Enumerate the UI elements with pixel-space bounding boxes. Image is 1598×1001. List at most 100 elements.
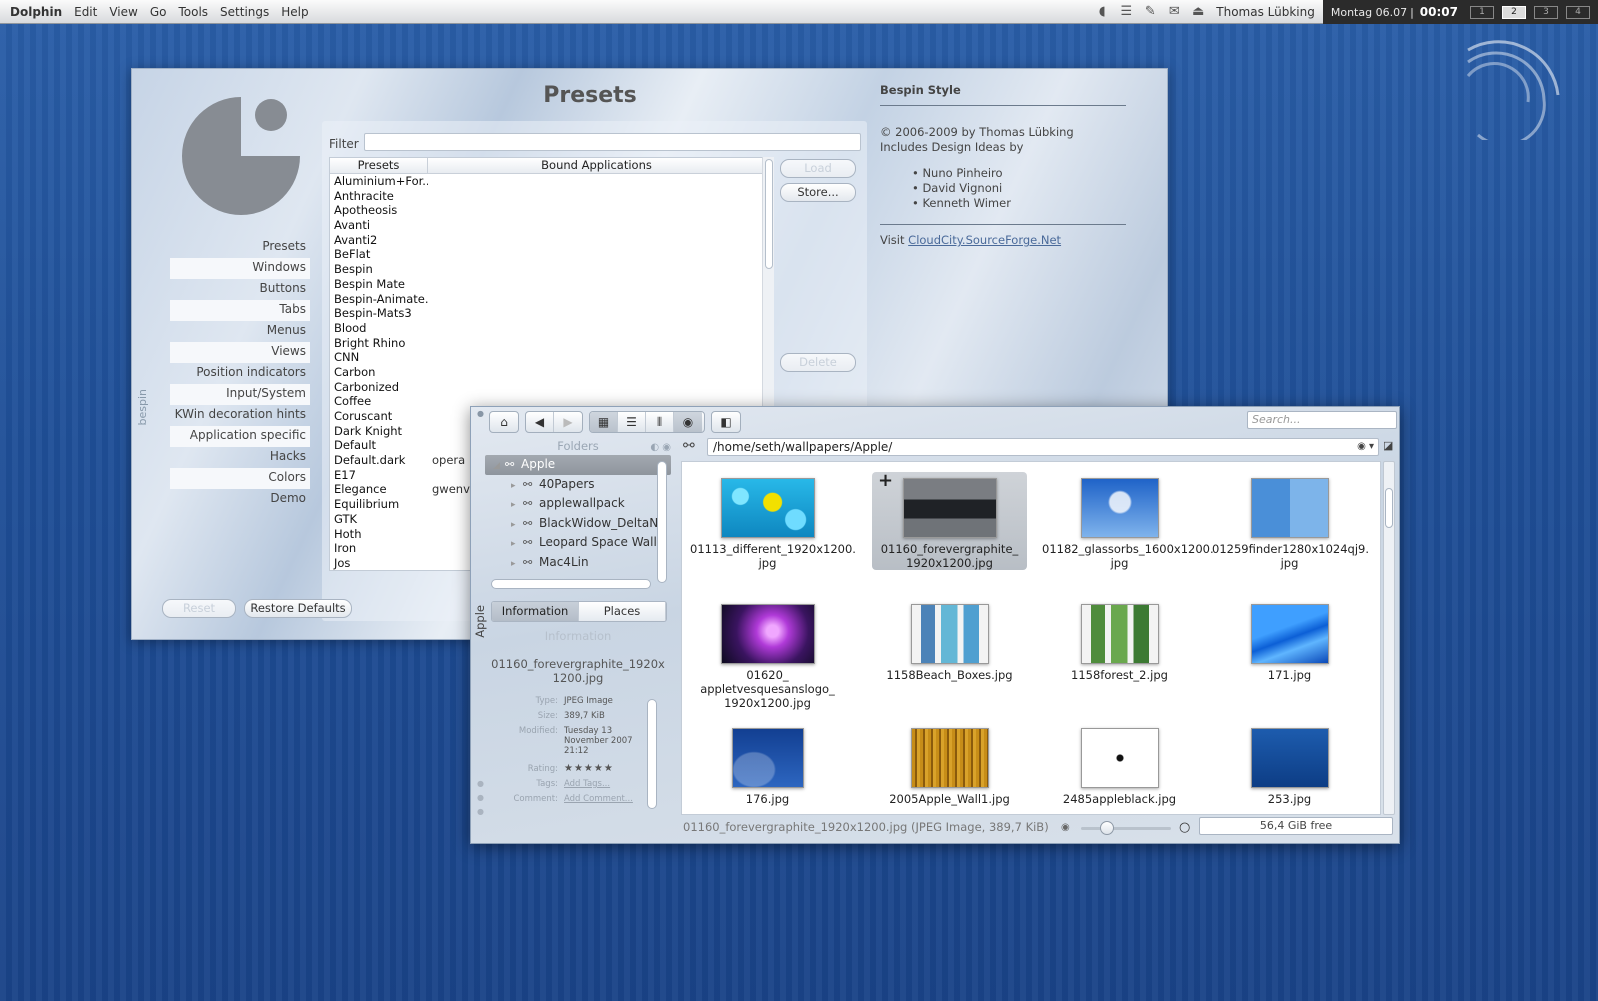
folder-item[interactable]: ▸ ⚯ BlackWidow_DeltaN xyxy=(485,514,671,534)
clock[interactable]: Montag 06.07 | 00:07 xyxy=(1322,0,1466,24)
forward-icon[interactable]: ▶ xyxy=(554,412,582,432)
network-icon[interactable]: ✎ xyxy=(1142,4,1158,20)
add-comment-link[interactable]: Add Comment... xyxy=(564,794,651,804)
menu-help[interactable]: Help xyxy=(275,0,314,24)
menu-view[interactable]: View xyxy=(103,0,143,24)
menu-settings[interactable]: Settings xyxy=(214,0,275,24)
window-menu-icon[interactable]: ● xyxy=(477,409,484,418)
folders-hscrollbar[interactable] xyxy=(491,579,651,589)
reset-button[interactable]: Reset xyxy=(162,599,236,618)
file-item[interactable]: 1158Beach_Boxes.jpg xyxy=(872,598,1027,710)
preset-row[interactable]: Carbonized xyxy=(330,380,765,395)
file-item[interactable]: 176.jpg xyxy=(690,722,845,814)
scrollbar-handle[interactable] xyxy=(1385,488,1393,528)
file-item[interactable]: 2005Apple_Wall1.jpg xyxy=(872,722,1027,814)
home-icon[interactable]: ⌂ xyxy=(490,412,518,432)
menu-edit[interactable]: Edit xyxy=(68,0,103,24)
preset-row[interactable]: Avanti2 xyxy=(330,233,765,248)
desktop-1[interactable]: 1 xyxy=(1470,5,1494,19)
nav-item-presets[interactable]: Presets xyxy=(170,237,310,258)
preset-row[interactable]: Bespin xyxy=(330,262,765,277)
folder-item[interactable]: ▸ ⚯ Mac4Lin xyxy=(485,553,671,573)
preset-row[interactable]: Avanti xyxy=(330,218,765,233)
tab-places[interactable]: Places xyxy=(579,602,666,621)
preset-row[interactable]: BeFlat xyxy=(330,247,765,262)
zoom-slider[interactable]: ◉ ○ xyxy=(1061,820,1191,836)
preset-row[interactable]: Bespin-Animate... xyxy=(330,292,765,307)
search-input[interactable]: Search... xyxy=(1247,411,1397,429)
file-item[interactable]: 01620_ appletvesquesanslogo_ 1920x1200.j… xyxy=(690,598,845,710)
column-presets[interactable]: Presets xyxy=(330,158,428,173)
nav-item-colors[interactable]: Colors xyxy=(170,468,310,489)
columns-view-icon[interactable]: ⦀ xyxy=(646,412,674,432)
folder-item[interactable]: ◢ ⚯ Apple xyxy=(485,455,671,475)
nav-item-tabs[interactable]: Tabs xyxy=(170,300,310,321)
file-item[interactable]: 01113_different_1920x1200. jpg xyxy=(690,472,856,584)
folder-share-icon[interactable]: ⚯ xyxy=(683,438,695,454)
desktop-2[interactable]: 2 xyxy=(1502,5,1526,19)
tab-information[interactable]: Information xyxy=(492,602,579,621)
preset-row[interactable]: Apotheosis xyxy=(330,203,765,218)
expand-arrow-icon[interactable]: ▸ xyxy=(511,496,523,514)
menu-go[interactable]: Go xyxy=(144,0,173,24)
icons-view-icon[interactable]: ▦ xyxy=(590,412,618,432)
zoom-handle[interactable] xyxy=(1100,821,1114,835)
expand-arrow-icon[interactable]: ▸ xyxy=(511,516,523,534)
delete-button[interactable]: Delete xyxy=(780,353,856,372)
details-view-icon[interactable]: ☰ xyxy=(618,412,646,432)
path-input[interactable]: /home/seth/wallpapers/Apple/ ◉ ▾ xyxy=(707,438,1379,456)
path-dropdown-icon[interactable]: ◉ ▾ xyxy=(1357,439,1374,455)
folder-item[interactable]: ▸ ⚯ Leopard Space Walls xyxy=(485,533,671,553)
folder-item[interactable]: ▸ ⚯ 40Papers xyxy=(485,475,671,495)
preset-row[interactable]: Bright Rhino xyxy=(330,336,765,351)
split-view-icon[interactable]: ◧ xyxy=(712,412,740,432)
restore-defaults-button[interactable]: Restore Defaults xyxy=(244,599,352,618)
preset-row[interactable]: CNN xyxy=(330,350,765,365)
info-scrollbar[interactable] xyxy=(647,699,657,809)
expand-arrow-icon[interactable]: ▸ xyxy=(511,555,523,573)
expand-arrow-icon[interactable]: ▸ xyxy=(511,477,523,495)
clipboard-icon[interactable]: ☰ xyxy=(1118,4,1134,20)
nav-item-hacks[interactable]: Hacks xyxy=(170,447,310,468)
file-item[interactable]: 01182_glassorbs_1600x1200. jpg xyxy=(1042,472,1214,584)
store-button[interactable]: Store... xyxy=(780,183,856,202)
preset-row[interactable]: Bespin-Mats3 xyxy=(330,306,765,321)
file-item[interactable]: 253.jpg xyxy=(1212,722,1367,814)
file-item[interactable]: 2485appleblack.jpg xyxy=(1042,722,1197,814)
nav-item-application-specific[interactable]: Application specific xyxy=(170,426,310,447)
preset-row[interactable]: Aluminium+For... xyxy=(330,174,765,189)
rating-stars[interactable]: ★★★★★ xyxy=(564,764,651,774)
file-item[interactable]: 1158forest_2.jpg xyxy=(1042,598,1197,710)
preset-row[interactable]: Carbon xyxy=(330,365,765,380)
folder-item[interactable]: ▸ ⚯ applewallpack xyxy=(485,494,671,514)
file-item[interactable]: +01160_forevergraphite_ 1920x1200.jpg xyxy=(872,472,1027,570)
add-tags-link[interactable]: Add Tags... xyxy=(564,779,651,789)
edit-location-icon[interactable]: ◪ xyxy=(1383,439,1393,452)
load-button[interactable]: Load xyxy=(780,159,856,178)
folders-vscrollbar[interactable] xyxy=(657,461,667,583)
about-link[interactable]: CloudCity.SourceForge.Net xyxy=(908,233,1061,247)
back-icon[interactable]: ◀ xyxy=(526,412,554,432)
nav-item-kwin-decoration-hints[interactable]: KWin decoration hints xyxy=(170,405,310,426)
preset-row[interactable]: Blood xyxy=(330,321,765,336)
select-toggle-icon[interactable]: + xyxy=(878,472,893,490)
zoom-out-icon[interactable]: ◉ xyxy=(1061,822,1070,833)
nav-item-views[interactable]: Views xyxy=(170,342,310,363)
menu-tools[interactable]: Tools xyxy=(172,0,214,24)
scrollbar-handle[interactable] xyxy=(765,159,773,269)
column-bound-applications[interactable]: Bound Applications xyxy=(428,158,765,173)
desktop-4[interactable]: 4 xyxy=(1566,5,1590,19)
nav-item-position-indicators[interactable]: Position indicators xyxy=(170,363,310,384)
zoom-in-icon[interactable]: ○ xyxy=(1179,820,1190,835)
expand-arrow-icon[interactable]: ▸ xyxy=(511,535,523,553)
nav-item-input-system[interactable]: Input/System xyxy=(170,384,310,405)
file-item[interactable]: 01259finder1280x1024qj9. jpg xyxy=(1212,472,1369,584)
expand-arrow-icon[interactable]: ◢ xyxy=(493,457,505,475)
files-scrollbar[interactable] xyxy=(1383,461,1395,815)
mail-icon[interactable]: ✉ xyxy=(1166,4,1182,20)
app-name[interactable]: Dolphin xyxy=(0,0,68,24)
filter-input[interactable] xyxy=(364,133,861,151)
preset-row[interactable]: Bespin Mate xyxy=(330,277,765,292)
eject-icon[interactable]: ⏏ xyxy=(1190,4,1206,20)
preview-icon[interactable]: ◉ xyxy=(674,412,702,432)
